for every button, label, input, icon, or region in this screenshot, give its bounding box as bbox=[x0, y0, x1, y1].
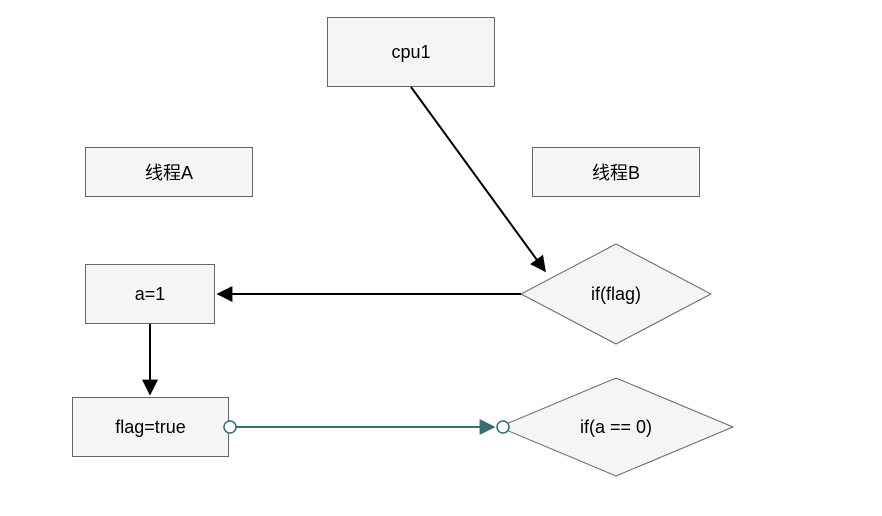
node-thread-b-label: 线程B bbox=[592, 159, 640, 185]
node-thread-b: 线程B bbox=[532, 147, 700, 197]
node-flag-assign: flag=true bbox=[72, 397, 229, 457]
node-if-a-zero: if(a == 0) bbox=[498, 377, 734, 477]
node-if-flag: if(flag) bbox=[520, 243, 712, 345]
node-a-assign-label: a=1 bbox=[135, 284, 166, 305]
node-thread-a-label: 线程A bbox=[145, 159, 193, 185]
edge-flag-assign-to-if-a-zero bbox=[224, 421, 509, 433]
node-thread-a: 线程A bbox=[85, 147, 253, 197]
node-a-assign: a=1 bbox=[85, 264, 215, 324]
node-if-a-zero-label: if(a == 0) bbox=[580, 417, 652, 438]
node-cpu1: cpu1 bbox=[327, 17, 495, 87]
node-flag-assign-label: flag=true bbox=[115, 417, 186, 438]
node-cpu1-label: cpu1 bbox=[391, 42, 430, 63]
node-if-flag-label: if(flag) bbox=[591, 284, 641, 305]
